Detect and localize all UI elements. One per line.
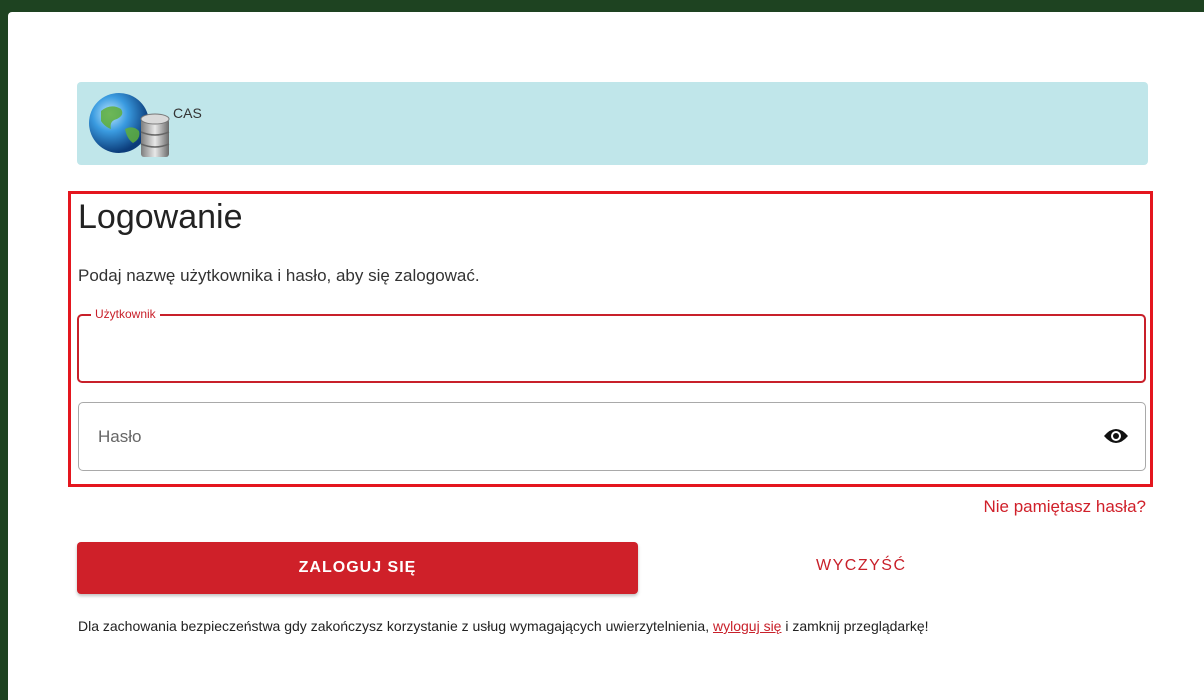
password-field[interactable] [78,402,1146,471]
logout-link[interactable]: wyloguj się [713,618,781,634]
globe-database-icon [89,93,170,157]
forgot-password-link[interactable]: Nie pamiętasz hasła? [983,497,1146,517]
security-notice: Dla zachowania bezpieczeństwa gdy zakońc… [78,618,929,634]
username-input[interactable] [79,316,1144,381]
password-input[interactable] [79,403,1145,470]
notice-text-after: i zamknij przeglądarkę! [781,618,929,634]
username-field[interactable]: Użytkownik [77,307,1146,383]
cas-banner: CAS [77,82,1148,165]
clear-button[interactable]: WYCZYŚĆ [810,556,913,576]
eye-icon[interactable] [1103,426,1129,446]
page-title: Logowanie [78,198,243,236]
app-name: CAS [173,105,202,121]
page-subtitle: Podaj nazwę użytkownika i hasło, aby się… [78,266,480,285]
notice-text-before: Dla zachowania bezpieczeństwa gdy zakońc… [78,618,713,634]
login-button[interactable]: ZALOGUJ SIĘ [77,542,638,594]
